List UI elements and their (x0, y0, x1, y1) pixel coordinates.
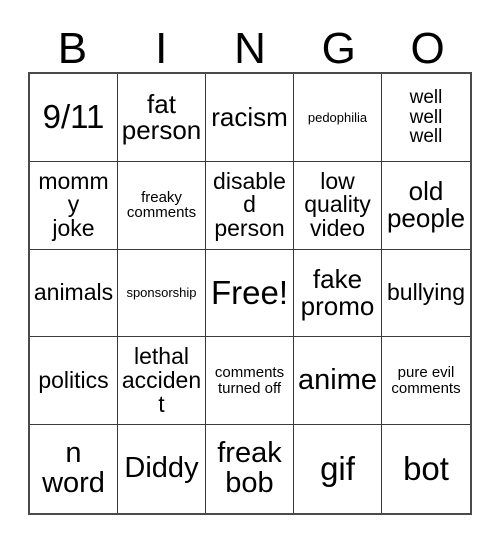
bingo-cell-label: comments turned off (214, 364, 285, 397)
bingo-cell-o1[interactable]: well well well (382, 74, 470, 162)
bingo-cell-label: animals (33, 279, 114, 306)
bingo-cell-label: disabled person (213, 167, 286, 242)
bingo-header-letter-n: N (234, 24, 266, 73)
bingo-cell-label: politics (38, 366, 109, 393)
bingo-cell-i5[interactable]: Diddy (118, 425, 206, 513)
bingo-cell-n2[interactable]: disabled person (206, 161, 294, 250)
bingo-cell-o5[interactable]: bot (382, 425, 470, 513)
bingo-header-letter-o: O (410, 24, 445, 73)
bingo-cell-g1[interactable]: pedophilia (294, 74, 382, 162)
bingo-cell-label: well well well (409, 87, 443, 148)
bingo-cell-i1[interactable]: fat person (118, 74, 206, 162)
bingo-cell-label: bot (403, 450, 449, 488)
bingo-cell-i3[interactable]: sponsorship (118, 249, 206, 338)
bingo-cell-free-space[interactable]: Free! (206, 249, 294, 338)
bingo-card: B I N G O 9/11 fat person racism pedophi… (0, 0, 500, 544)
bingo-cell-label: fake promo (300, 264, 375, 321)
bingo-cell-label: pure evil comments (391, 364, 461, 397)
bingo-cell-g5[interactable]: gif (294, 425, 382, 513)
bingo-cell-label: gif (320, 450, 355, 488)
bingo-cell-g4[interactable]: anime (294, 337, 382, 426)
bingo-cell-label: fat person (121, 88, 202, 146)
bingo-header-letter-i: I (155, 24, 168, 73)
bingo-cell-i4[interactable]: lethal accident (118, 337, 206, 426)
bingo-cell-n5[interactable]: freak bob (206, 425, 294, 513)
bingo-cell-o4[interactable]: pure evil comments (382, 337, 470, 426)
bingo-cell-label: lethal accident (121, 343, 202, 417)
bingo-cell-b1[interactable]: 9/11 (30, 74, 118, 162)
bingo-cell-n1[interactable]: racism (206, 74, 294, 162)
bingo-cell-label: mommy joke (38, 167, 109, 242)
bingo-cell-label: Free! (210, 274, 289, 311)
bingo-cell-label: freak bob (217, 437, 282, 500)
bingo-cell-o3[interactable]: bullying (382, 249, 470, 338)
bingo-cell-o2[interactable]: old people (382, 161, 470, 250)
bingo-grid: 9/11 fat person racism pedophilia well w… (28, 72, 472, 515)
bingo-cell-label: n word (42, 437, 105, 500)
bingo-cell-label: Diddy (124, 452, 199, 485)
bingo-cell-b4[interactable]: politics (30, 337, 118, 426)
bingo-cell-label: sponsorship (126, 285, 197, 301)
bingo-header-letter-b: B (57, 24, 88, 73)
bingo-cell-g2[interactable]: low quality video (294, 161, 382, 250)
bingo-cell-label: anime (298, 363, 377, 396)
bingo-cell-label: old people (386, 176, 466, 234)
bingo-cell-i2[interactable]: freaky comments (118, 161, 206, 250)
bingo-cell-label: low quality video (304, 167, 371, 242)
bingo-cell-label: bullying (387, 279, 465, 306)
bingo-cell-b3[interactable]: animals (30, 249, 118, 338)
bingo-cell-b2[interactable]: mommy joke (30, 161, 118, 250)
bingo-cell-label: racism (211, 102, 288, 133)
bingo-header-row: B I N G O (28, 18, 472, 72)
bingo-cell-n4[interactable]: comments turned off (206, 337, 294, 426)
bingo-cell-label: freaky comments (126, 188, 197, 222)
bingo-cell-g3[interactable]: fake promo (294, 249, 382, 338)
bingo-cell-label: 9/11 (42, 98, 105, 136)
bingo-cell-label: pedophilia (307, 109, 368, 125)
bingo-header-letter-g: G (321, 24, 356, 73)
bingo-cell-b5[interactable]: n word (30, 425, 118, 513)
